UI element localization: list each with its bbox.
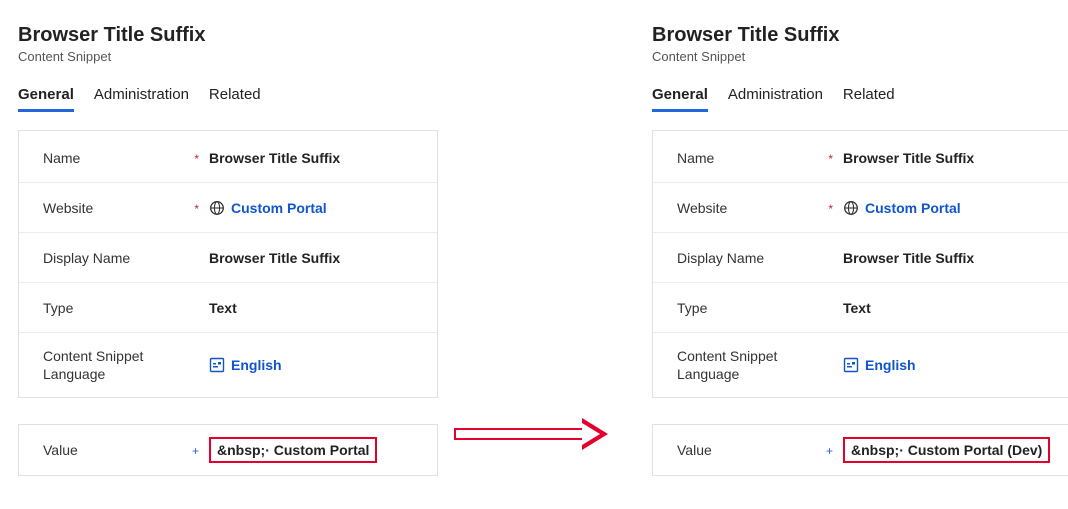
field-row-display-name: Display Name Browser Title Suffix xyxy=(653,233,1068,283)
tab-administration[interactable]: Administration xyxy=(94,86,189,112)
globe-icon xyxy=(209,200,225,216)
tab-related[interactable]: Related xyxy=(843,86,895,112)
field-value-name[interactable]: Browser Title Suffix xyxy=(833,150,974,166)
form-panel-before: Browser Title Suffix Content Snippet Gen… xyxy=(18,24,438,476)
tab-list: General Administration Related xyxy=(652,86,1068,112)
field-row-value: Value + &nbsp;· Custom Portal (Dev) xyxy=(653,425,1068,475)
field-value-website[interactable]: Custom Portal xyxy=(199,200,327,216)
recommended-mark: + xyxy=(192,444,199,458)
website-link[interactable]: Custom Portal xyxy=(231,200,327,216)
field-label-language: Content Snippet Language xyxy=(43,347,199,383)
field-row-website: Website * Custom Portal xyxy=(653,183,1068,233)
highlighted-value: &nbsp;· Custom Portal (Dev) xyxy=(843,437,1050,463)
language-icon xyxy=(843,357,859,373)
field-value-website[interactable]: Custom Portal xyxy=(833,200,961,216)
field-row-language: Content Snippet Language English xyxy=(653,333,1068,397)
field-row-language: Content Snippet Language English xyxy=(19,333,437,397)
field-value-name[interactable]: Browser Title Suffix xyxy=(199,150,340,166)
field-value-value[interactable]: &nbsp;· Custom Portal (Dev) xyxy=(833,437,1050,463)
field-value-value[interactable]: &nbsp;· Custom Portal xyxy=(199,437,377,463)
required-mark: * xyxy=(828,152,833,166)
language-link[interactable]: English xyxy=(865,357,916,373)
page-title: Browser Title Suffix xyxy=(652,24,1068,47)
tab-list: General Administration Related xyxy=(18,86,438,112)
field-value-display-name[interactable]: Browser Title Suffix xyxy=(199,250,340,266)
field-label-value: Value + xyxy=(43,442,199,458)
field-label-website: Website * xyxy=(677,200,833,216)
arrow-icon xyxy=(454,418,614,450)
required-mark: * xyxy=(194,202,199,216)
value-section: Value + &nbsp;· Custom Portal xyxy=(18,424,438,476)
field-row-website: Website * Custom Portal xyxy=(19,183,437,233)
entity-subtitle: Content Snippet xyxy=(652,49,1068,64)
required-mark: * xyxy=(194,152,199,166)
highlighted-value: &nbsp;· Custom Portal xyxy=(209,437,377,463)
field-label-language: Content Snippet Language xyxy=(677,347,833,383)
required-mark: * xyxy=(828,202,833,216)
form-panel-after: Browser Title Suffix Content Snippet Gen… xyxy=(652,24,1068,476)
field-label-name: Name * xyxy=(677,150,833,166)
tab-general[interactable]: General xyxy=(18,86,74,112)
form-card: Name * Browser Title Suffix Website * Cu… xyxy=(18,130,438,398)
form-card: Name * Browser Title Suffix Website * Cu… xyxy=(652,130,1068,398)
field-label-display-name: Display Name xyxy=(43,250,199,266)
language-link[interactable]: English xyxy=(231,357,282,373)
field-value-type[interactable]: Text xyxy=(833,300,871,316)
label-text: Name xyxy=(677,150,714,166)
field-value-type[interactable]: Text xyxy=(199,300,237,316)
field-value-language[interactable]: English xyxy=(199,357,282,373)
field-row-type: Type Text xyxy=(19,283,437,333)
field-row-value: Value + &nbsp;· Custom Portal xyxy=(19,425,437,475)
page-title: Browser Title Suffix xyxy=(18,24,438,47)
field-row-name: Name * Browser Title Suffix xyxy=(19,133,437,183)
field-value-display-name[interactable]: Browser Title Suffix xyxy=(833,250,974,266)
label-text: Value xyxy=(677,442,712,458)
value-section: Value + &nbsp;· Custom Portal (Dev) xyxy=(652,424,1068,476)
field-label-display-name: Display Name xyxy=(677,250,833,266)
field-label-type: Type xyxy=(677,300,833,316)
field-row-display-name: Display Name Browser Title Suffix xyxy=(19,233,437,283)
recommended-mark: + xyxy=(826,444,833,458)
label-text: Website xyxy=(677,200,727,216)
field-label-type: Type xyxy=(43,300,199,316)
field-value-language[interactable]: English xyxy=(833,357,916,373)
field-label-value: Value + xyxy=(677,442,833,458)
field-label-name: Name * xyxy=(43,150,199,166)
tab-general[interactable]: General xyxy=(652,86,708,112)
language-icon xyxy=(209,357,225,373)
field-row-type: Type Text xyxy=(653,283,1068,333)
label-text: Value xyxy=(43,442,78,458)
globe-icon xyxy=(843,200,859,216)
label-text: Website xyxy=(43,200,93,216)
field-label-website: Website * xyxy=(43,200,199,216)
field-row-name: Name * Browser Title Suffix xyxy=(653,133,1068,183)
label-text: Name xyxy=(43,150,80,166)
entity-subtitle: Content Snippet xyxy=(18,49,438,64)
tab-related[interactable]: Related xyxy=(209,86,261,112)
tab-administration[interactable]: Administration xyxy=(728,86,823,112)
website-link[interactable]: Custom Portal xyxy=(865,200,961,216)
